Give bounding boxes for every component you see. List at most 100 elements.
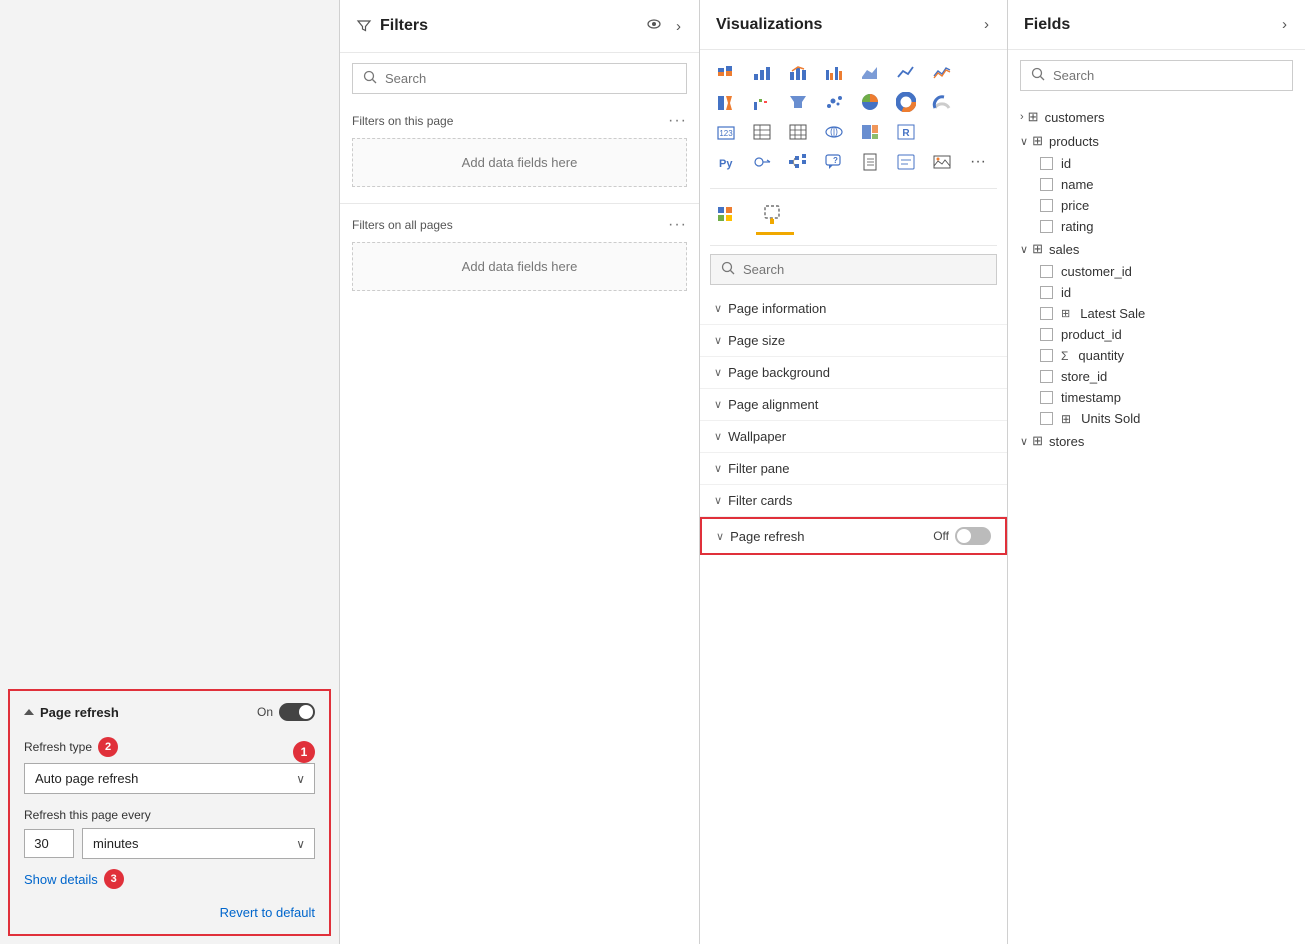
tree-child-quantity[interactable]: Σ quantity xyxy=(1008,345,1305,366)
fields-collapse-button[interactable]: › xyxy=(1280,14,1289,35)
viz-icon-pie[interactable] xyxy=(854,88,886,116)
checkbox-quantity[interactable] xyxy=(1040,349,1053,362)
viz-icon-funnel[interactable] xyxy=(782,88,814,116)
checkbox-store-id[interactable] xyxy=(1040,370,1053,383)
tree-item-customers[interactable]: › ⊞ customers xyxy=(1008,105,1305,129)
viz-collapse-button[interactable]: › xyxy=(982,14,991,35)
viz-search-box[interactable] xyxy=(710,254,997,285)
fields-search-input[interactable] xyxy=(1053,68,1282,83)
filters-on-page-menu-button[interactable]: ··· xyxy=(668,112,687,130)
tree-child-timestamp[interactable]: timestamp xyxy=(1008,387,1305,408)
viz-icon-table[interactable] xyxy=(746,118,778,146)
viz-icon-map[interactable] xyxy=(818,118,850,146)
viz-icon-card[interactable]: 123 xyxy=(710,118,742,146)
table-name-products: products xyxy=(1049,134,1099,149)
viz-icon-key-influencer[interactable] xyxy=(746,148,778,176)
viz-property-page-alignment[interactable]: ∨ Page alignment xyxy=(700,389,1007,421)
chevron-down-icon-products: ∨ xyxy=(1020,135,1028,148)
viz-icon-area[interactable] xyxy=(854,58,886,86)
checkbox-customer-id[interactable] xyxy=(1040,265,1053,278)
fields-search-box[interactable] xyxy=(1020,60,1293,91)
tree-child-product-id-sales[interactable]: product_id xyxy=(1008,324,1305,345)
tree-child-product-id[interactable]: id xyxy=(1008,153,1305,174)
page-refresh-toggle[interactable] xyxy=(279,703,315,721)
checkbox-units-sold[interactable] xyxy=(1040,412,1053,425)
refresh-interval-input[interactable] xyxy=(24,829,74,858)
show-details-link[interactable]: Show details xyxy=(24,872,98,887)
viz-icon-qa[interactable]: ? xyxy=(818,148,850,176)
viz-icon-python[interactable]: Py xyxy=(710,148,742,176)
checkbox-product-id-sales[interactable] xyxy=(1040,328,1053,341)
tree-item-products[interactable]: ∨ ⊞ products xyxy=(1008,129,1305,153)
viz-icon-paginated[interactable] xyxy=(854,148,886,176)
checkbox-product-name[interactable] xyxy=(1040,178,1053,191)
viz-icon-waterfall[interactable] xyxy=(746,88,778,116)
tree-child-sales-id[interactable]: id xyxy=(1008,282,1305,303)
checkbox-product-id[interactable] xyxy=(1040,157,1053,170)
interval-unit-select[interactable]: minutes seconds hours xyxy=(82,828,315,859)
revert-to-default-link[interactable]: Revert to default xyxy=(220,905,315,920)
page-refresh-viz-toggle[interactable] xyxy=(955,527,991,545)
chevron-down-icon: ∨ xyxy=(714,366,722,379)
minutes-select-wrapper[interactable]: minutes seconds hours ∨ xyxy=(82,828,315,859)
tree-child-product-rating[interactable]: rating xyxy=(1008,216,1305,237)
viz-icon-more-1[interactable] xyxy=(926,58,958,86)
checkbox-latest-sale[interactable] xyxy=(1040,307,1053,320)
viz-tab-color[interactable] xyxy=(710,199,748,235)
viz-property-page-information[interactable]: ∨ Page information xyxy=(700,293,1007,325)
chevron-down-icon: ∨ xyxy=(714,430,722,443)
viz-search-input[interactable] xyxy=(743,262,986,277)
filters-search-box[interactable] xyxy=(352,63,687,94)
viz-icon-donut[interactable] xyxy=(890,88,922,116)
tree-item-stores[interactable]: ∨ ⊞ stores xyxy=(1008,429,1305,453)
viz-icon-line-bar[interactable] xyxy=(782,58,814,86)
filters-divider xyxy=(340,203,699,204)
viz-property-page-background[interactable]: ∨ Page background xyxy=(700,357,1007,389)
badge-3: 3 xyxy=(104,869,124,889)
eye-icon xyxy=(646,16,662,32)
tree-child-customer-id[interactable]: customer_id xyxy=(1008,261,1305,282)
tree-child-product-price[interactable]: price xyxy=(1008,195,1305,216)
viz-icon-scatter[interactable] xyxy=(818,88,850,116)
viz-icon-treemap[interactable] xyxy=(854,118,886,146)
page-refresh-viz-toggle-area[interactable]: Off xyxy=(933,527,991,545)
filters-collapse-button[interactable]: › xyxy=(674,16,683,37)
viz-icon-decomp-tree[interactable] xyxy=(782,148,814,176)
viz-icon-stacked-bar[interactable] xyxy=(710,58,742,86)
filters-on-page-add-fields[interactable]: Add data fields here xyxy=(352,138,687,187)
tree-item-sales[interactable]: ∨ ⊞ sales xyxy=(1008,237,1305,261)
checkbox-product-price[interactable] xyxy=(1040,199,1053,212)
viz-icon-more-2[interactable]: ··· xyxy=(962,148,994,176)
viz-property-filter-cards[interactable]: ∨ Filter cards xyxy=(700,485,1007,517)
checkbox-product-rating[interactable] xyxy=(1040,220,1053,233)
tree-child-units-sold[interactable]: ⊞ Units Sold xyxy=(1008,408,1305,429)
field-name-product-rating: rating xyxy=(1061,219,1094,234)
filters-on-all-pages-add-fields[interactable]: Add data fields here xyxy=(352,242,687,291)
viz-property-filter-pane[interactable]: ∨ Filter pane xyxy=(700,453,1007,485)
tree-child-product-name[interactable]: name xyxy=(1008,174,1305,195)
viz-tab-format[interactable] xyxy=(756,199,794,235)
filters-search-icon xyxy=(363,70,377,87)
viz-property-page-size[interactable]: ∨ Page size xyxy=(700,325,1007,357)
viz-icon-r-icon[interactable]: R xyxy=(890,118,922,146)
viz-icon-ribbon[interactable] xyxy=(710,88,742,116)
filters-search-input[interactable] xyxy=(385,71,676,86)
viz-icon-bar[interactable] xyxy=(746,58,778,86)
viz-icon-gauge[interactable] xyxy=(926,88,958,116)
viz-icon-matrix[interactable] xyxy=(782,118,814,146)
filters-on-all-pages-menu-button[interactable]: ··· xyxy=(668,216,687,234)
refresh-type-select-wrapper[interactable]: Auto page refresh Change detection ∨ xyxy=(24,763,315,794)
checkbox-sales-id[interactable] xyxy=(1040,286,1053,299)
refresh-type-select[interactable]: Auto page refresh Change detection xyxy=(24,763,315,794)
tree-child-store-id[interactable]: store_id xyxy=(1008,366,1305,387)
filters-eye-button[interactable] xyxy=(644,14,664,38)
viz-icon-line[interactable] xyxy=(890,58,922,86)
viz-icon-smart-narrative[interactable] xyxy=(890,148,922,176)
tree-child-latest-sale[interactable]: ⊞ Latest Sale xyxy=(1008,303,1305,324)
viz-icon-clustered-bar[interactable] xyxy=(818,58,850,86)
viz-property-page-refresh[interactable]: ∨ Page refresh Off xyxy=(700,517,1007,555)
toggle-on-area[interactable]: On xyxy=(257,703,315,721)
viz-property-wallpaper[interactable]: ∨ Wallpaper xyxy=(700,421,1007,453)
viz-icon-image[interactable] xyxy=(926,148,958,176)
checkbox-timestamp[interactable] xyxy=(1040,391,1053,404)
